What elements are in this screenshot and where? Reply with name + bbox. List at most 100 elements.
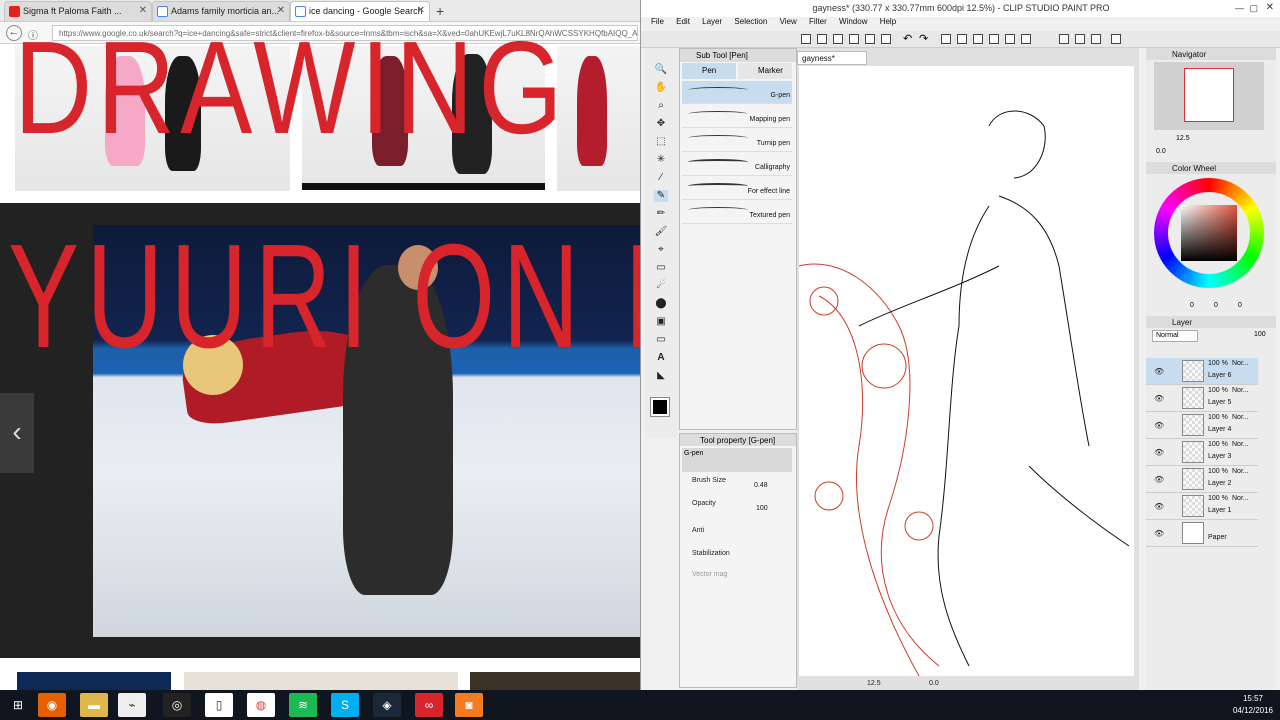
special-ruler-icon[interactable]	[1111, 34, 1121, 44]
ruler-icon[interactable]	[1021, 34, 1031, 44]
brush-icon[interactable]: 🖌	[654, 226, 668, 238]
app-icon[interactable]: ◙	[455, 693, 483, 717]
snap-icon[interactable]	[1059, 34, 1069, 44]
spotify-icon[interactable]: ≋	[289, 693, 317, 717]
eyedropper-icon[interactable]: ⁄	[654, 172, 668, 184]
pen-turnip[interactable]: Turnip pen	[682, 129, 792, 152]
media-player-icon[interactable]: ◎	[163, 693, 191, 717]
menu-filter[interactable]: Filter	[809, 17, 827, 26]
main-color-swatch[interactable]	[650, 397, 670, 417]
clip-studio-icon[interactable]: ⌁	[118, 693, 146, 717]
eye-icon[interactable]: 👁	[1154, 475, 1164, 484]
fill-icon[interactable]	[1005, 34, 1015, 44]
menu-selection[interactable]: Selection	[734, 17, 767, 26]
pen-mapping[interactable]: Mapping pen	[682, 105, 792, 128]
blend-icon[interactable]: ☄	[654, 280, 668, 292]
document-tab[interactable]: gayness*	[797, 51, 867, 65]
deselect-icon[interactable]	[973, 34, 983, 44]
firefox-icon[interactable]: ◉	[38, 693, 66, 717]
save-icon[interactable]	[833, 34, 843, 44]
eye-icon[interactable]: 👁	[1154, 367, 1164, 376]
minimize-button[interactable]: —	[1235, 3, 1244, 13]
select-all-icon[interactable]	[957, 34, 967, 44]
menu-layer[interactable]: Layer	[702, 17, 722, 26]
eraser-icon[interactable]: ▭	[654, 262, 668, 274]
fill-bucket-icon[interactable]: ⬤	[654, 298, 668, 310]
pen-textured[interactable]: Textured pen	[682, 201, 792, 224]
balloon-icon[interactable]: ◣	[654, 370, 668, 382]
file-explorer-icon[interactable]: ▬	[80, 693, 108, 717]
drawing-canvas[interactable]	[799, 66, 1134, 676]
menu-edit[interactable]: Edit	[676, 17, 690, 26]
windows-start-icon[interactable]: ⊞	[4, 693, 32, 717]
copy-icon[interactable]	[865, 34, 875, 44]
menu-help[interactable]: Help	[880, 17, 896, 26]
snap-ruler-icon[interactable]	[1075, 34, 1085, 44]
transform-icon[interactable]	[941, 34, 951, 44]
layer-row[interactable]: 👁 100 % Nor... Layer 6	[1146, 358, 1258, 385]
open-file-icon[interactable]	[817, 34, 827, 44]
pen-effect-line[interactable]: For effect line	[682, 177, 792, 200]
previous-image-button[interactable]: ‹	[0, 393, 34, 473]
menu-view[interactable]: View	[780, 17, 797, 26]
navigator-preview[interactable]	[1154, 62, 1264, 130]
steam-icon[interactable]: ◈	[373, 693, 401, 717]
pen-tool-icon[interactable]: ✎	[654, 190, 668, 202]
pen-calligraphy[interactable]: Calligraphy	[682, 153, 792, 176]
move-icon[interactable]: ✥	[654, 118, 668, 130]
hand-icon[interactable]: ✋	[654, 82, 668, 94]
clock-time[interactable]: 15:57	[1230, 694, 1276, 703]
eye-icon[interactable]: 👁	[1154, 421, 1164, 430]
invert-selection-icon[interactable]	[989, 34, 999, 44]
cut-icon[interactable]	[849, 34, 859, 44]
brush-size-value[interactable]: 0.48	[754, 482, 768, 489]
result-image-5[interactable]	[184, 672, 458, 690]
airbrush-icon[interactable]: ⌖	[654, 244, 668, 256]
layer-row[interactable]: 👁 Paper	[1146, 520, 1258, 547]
text-tool-icon[interactable]: A	[654, 352, 668, 364]
opacity-value[interactable]: 100	[756, 505, 768, 512]
skype-icon[interactable]: S	[331, 693, 359, 717]
tab-marker[interactable]: Marker	[738, 63, 792, 79]
clock-date[interactable]: 04/12/2016	[1230, 706, 1276, 715]
close-window-button[interactable]: ✕	[1266, 2, 1274, 13]
zoom-icon[interactable]: 🔍	[654, 64, 668, 76]
paste-icon[interactable]	[881, 34, 891, 44]
selection-icon[interactable]: ⬚	[654, 136, 668, 148]
zoom-rotate-icon[interactable]: ⌕	[654, 100, 668, 112]
blend-mode-select[interactable]: Normal	[1152, 330, 1198, 342]
figure-icon[interactable]: ▭	[654, 334, 668, 346]
document-icon[interactable]: ▯	[205, 693, 233, 717]
maximize-button[interactable]: ▢	[1249, 3, 1258, 14]
layer-row[interactable]: 👁 100 % Nor... Layer 3	[1146, 439, 1258, 466]
snap-grid-icon[interactable]	[1091, 34, 1101, 44]
result-image-3[interactable]	[557, 46, 640, 191]
canvas-rotation-value[interactable]: 0.0	[929, 680, 939, 687]
menu-file[interactable]: File	[651, 17, 664, 26]
navigator-zoom[interactable]: 12.5	[1176, 135, 1190, 142]
saturation-value-square[interactable]	[1181, 205, 1237, 261]
pencil-icon[interactable]: ✏	[654, 208, 668, 220]
navigator-rotation[interactable]: 0.0	[1156, 148, 1166, 155]
new-file-icon[interactable]	[801, 34, 811, 44]
eye-icon[interactable]: 👁	[1154, 529, 1164, 538]
canvas-zoom-value[interactable]: 12.5	[867, 680, 881, 687]
eye-icon[interactable]: 👁	[1154, 502, 1164, 511]
layer-row[interactable]: 👁 100 % Nor... Layer 2	[1146, 466, 1258, 493]
creative-cloud-icon[interactable]: ∞	[415, 693, 443, 717]
eye-icon[interactable]: 👁	[1154, 448, 1164, 457]
color-wheel[interactable]	[1154, 178, 1264, 288]
redo-icon[interactable]: ↷	[919, 32, 928, 45]
layer-opacity-value[interactable]: 100	[1254, 331, 1266, 338]
tab-pen[interactable]: Pen	[682, 63, 736, 79]
gradient-icon[interactable]: ▣	[654, 316, 668, 328]
eye-icon[interactable]: 👁	[1154, 394, 1164, 403]
result-image-6[interactable]	[470, 672, 640, 690]
pen-gpen[interactable]: G-pen	[682, 81, 792, 104]
magic-wand-icon[interactable]: ✳	[654, 154, 668, 166]
result-image-4[interactable]	[17, 672, 171, 690]
chrome-icon[interactable]: ◍	[247, 693, 275, 717]
layer-row[interactable]: 👁 100 % Nor... Layer 4	[1146, 412, 1258, 439]
undo-icon[interactable]: ↶	[903, 32, 912, 45]
layer-row[interactable]: 👁 100 % Nor... Layer 1	[1146, 493, 1258, 520]
